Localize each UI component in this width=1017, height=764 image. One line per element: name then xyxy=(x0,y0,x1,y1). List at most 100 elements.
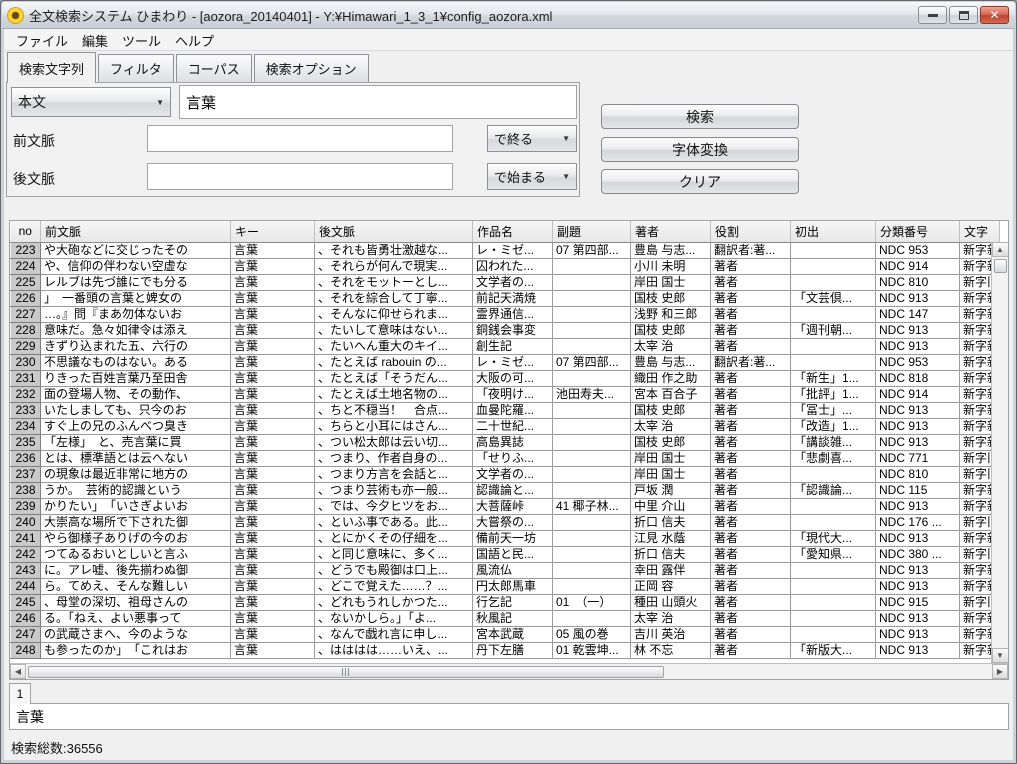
table-cell[interactable]: 意味だ。急々如律令は添え xyxy=(41,322,231,338)
table-cell[interactable]: 血曼陀羅... xyxy=(473,402,553,418)
table-cell[interactable] xyxy=(791,626,876,642)
table-cell[interactable]: 「冨士」... xyxy=(791,402,876,418)
table-cell[interactable]: 言葉 xyxy=(231,290,315,306)
table-cell[interactable]: 不思議なものはない。ある xyxy=(41,354,231,370)
table-cell[interactable]: NDC 380 ... xyxy=(876,546,960,562)
table-cell[interactable]: NDC 176 ... xyxy=(876,514,960,530)
search-button[interactable]: 検索 xyxy=(601,104,799,129)
table-row[interactable]: 231りきった百姓言葉乃至田舎言葉、たとえば「そうだん...大阪の可...織田 … xyxy=(11,370,1000,386)
table-cell[interactable]: 幸田 露伴 xyxy=(631,562,711,578)
table-cell[interactable]: 07 第四部... xyxy=(553,242,631,258)
table-cell[interactable]: 、ないかしら。」「よ... xyxy=(315,610,473,626)
row-number-cell[interactable]: 241 xyxy=(11,530,41,546)
row-number-cell[interactable]: 229 xyxy=(11,338,41,354)
table-cell[interactable]: の武蔵さまへ、今のような xyxy=(41,626,231,642)
table-cell[interactable]: 、たとえば「そうだん... xyxy=(315,370,473,386)
table-cell[interactable]: も参ったのか」 「これはお xyxy=(41,642,231,658)
table-cell[interactable]: 、つまり、作者自身の... xyxy=(315,450,473,466)
table-cell[interactable]: とは、標準語とは云へない xyxy=(41,450,231,466)
column-header[interactable]: 役割 xyxy=(711,221,791,242)
table-cell[interactable]: 、とにかくその仔細を... xyxy=(315,530,473,546)
table-cell[interactable]: 言葉 xyxy=(231,418,315,434)
table-cell[interactable] xyxy=(553,418,631,434)
table-cell[interactable] xyxy=(553,274,631,290)
table-cell[interactable]: 国枝 史郎 xyxy=(631,322,711,338)
table-cell[interactable]: 折口 信夫 xyxy=(631,546,711,562)
table-cell[interactable]: NDC 913 xyxy=(876,322,960,338)
column-header[interactable]: 初出 xyxy=(791,221,876,242)
table-cell[interactable]: 「文芸倶... xyxy=(791,290,876,306)
table-cell[interactable] xyxy=(553,322,631,338)
table-cell[interactable]: 言葉 xyxy=(231,578,315,594)
scroll-left-icon[interactable]: ◀ xyxy=(10,664,26,679)
table-cell[interactable]: る。「ねえ、よい悪事って xyxy=(41,610,231,626)
table-row[interactable]: 224や、信仰の伴わない空虚な言葉、それらが何んで現実...囚われた...小川 … xyxy=(11,258,1000,274)
table-cell[interactable] xyxy=(791,594,876,610)
table-cell[interactable]: 「悲劇喜... xyxy=(791,450,876,466)
table-cell[interactable]: レ・ミゼ... xyxy=(473,242,553,258)
table-cell[interactable]: 著者 xyxy=(711,514,791,530)
table-cell[interactable]: 言葉 xyxy=(231,402,315,418)
tab-filter[interactable]: フィルタ xyxy=(98,54,174,83)
column-header[interactable]: 著者 xyxy=(631,221,711,242)
table-cell[interactable] xyxy=(791,274,876,290)
table-cell[interactable]: 著者 xyxy=(711,338,791,354)
table-cell[interactable]: 言葉 xyxy=(231,562,315,578)
table-row[interactable]: 240大崇高な場所で下された御言葉、といふ事である。此...大嘗祭の...折口 … xyxy=(11,514,1000,530)
table-cell[interactable]: 01 乾雲坤... xyxy=(553,642,631,658)
table-cell[interactable] xyxy=(791,498,876,514)
table-cell[interactable]: 、といふ事である。此... xyxy=(315,514,473,530)
row-number-cell[interactable]: 225 xyxy=(11,274,41,290)
table-cell[interactable]: 言葉 xyxy=(231,322,315,338)
table-cell[interactable]: 言葉 xyxy=(231,498,315,514)
table-cell[interactable]: つてゐるおいとしいと言ふ xyxy=(41,546,231,562)
table-row[interactable]: 236とは、標準語とは云へない言葉、つまり、作者自身の...「せりふ...岸田 … xyxy=(11,450,1000,466)
table-cell[interactable]: 折口 信夫 xyxy=(631,514,711,530)
table-cell[interactable]: 著者 xyxy=(711,610,791,626)
table-cell[interactable]: 、たいして意味はない... xyxy=(315,322,473,338)
scroll-up-icon[interactable]: ▲ xyxy=(992,242,1009,257)
table-cell[interactable]: 、そんなに仰せられま... xyxy=(315,306,473,322)
table-cell[interactable]: NDC 913 xyxy=(876,418,960,434)
table-cell[interactable]: 太宰 治 xyxy=(631,610,711,626)
table-row[interactable]: 245、母堂の深切、祖母さんの言葉、どれもうれしかつた...行乞記01 （一）種… xyxy=(11,594,1000,610)
table-cell[interactable]: 「認識論... xyxy=(791,482,876,498)
table-cell[interactable] xyxy=(553,450,631,466)
table-cell[interactable]: 戸坂 潤 xyxy=(631,482,711,498)
table-cell[interactable] xyxy=(553,434,631,450)
table-cell[interactable]: 翻訳者:著... xyxy=(711,242,791,258)
vertical-scrollbar[interactable]: ▲ ▼ xyxy=(991,242,1008,663)
table-cell[interactable] xyxy=(791,242,876,258)
column-header[interactable]: 前文脈 xyxy=(41,221,231,242)
table-cell[interactable]: 著者 xyxy=(711,434,791,450)
row-number-cell[interactable]: 247 xyxy=(11,626,41,642)
menu-file[interactable]: ファイル xyxy=(9,29,75,52)
table-cell[interactable]: 言葉 xyxy=(231,386,315,402)
table-cell[interactable]: 、どれもうれしかつた... xyxy=(315,594,473,610)
table-cell[interactable]: 著者 xyxy=(711,466,791,482)
table-cell[interactable]: 著者 xyxy=(711,642,791,658)
table-cell[interactable]: かりたい」 「いさぎよいお xyxy=(41,498,231,514)
tab-search-options[interactable]: 検索オプション xyxy=(254,54,369,83)
table-cell[interactable]: 著者 xyxy=(711,546,791,562)
table-cell[interactable]: NDC 953 xyxy=(876,354,960,370)
table-cell[interactable]: 大菩薩峠 xyxy=(473,498,553,514)
table-cell[interactable]: 国枝 史郎 xyxy=(631,402,711,418)
table-cell[interactable]: NDC 913 xyxy=(876,626,960,642)
table-cell[interactable]: 言葉 xyxy=(231,370,315,386)
table-cell[interactable] xyxy=(553,514,631,530)
table-cell[interactable]: NDC 915 xyxy=(876,594,960,610)
row-number-cell[interactable]: 233 xyxy=(11,402,41,418)
table-cell[interactable]: りきった百姓言葉乃至田舎 xyxy=(41,370,231,386)
table-cell[interactable]: 言葉 xyxy=(231,466,315,482)
close-button[interactable]: ✕ xyxy=(980,6,1009,24)
table-cell[interactable]: 種田 山頭火 xyxy=(631,594,711,610)
table-cell[interactable]: 翻訳者:著... xyxy=(711,354,791,370)
row-number-cell[interactable]: 234 xyxy=(11,418,41,434)
table-cell[interactable]: 、それも皆勇壮激越な... xyxy=(315,242,473,258)
table-row[interactable]: 247の武蔵さまへ、今のような言葉、なんで戯れ言に申し...宮本武蔵05 風の巻… xyxy=(11,626,1000,642)
table-cell[interactable]: 、それを綜合して丁寧... xyxy=(315,290,473,306)
table-cell[interactable]: 面の登場人物、その動作、 xyxy=(41,386,231,402)
table-cell[interactable]: 、と同じ意味に、多く... xyxy=(315,546,473,562)
table-cell[interactable]: 銅銭会事変 xyxy=(473,322,553,338)
